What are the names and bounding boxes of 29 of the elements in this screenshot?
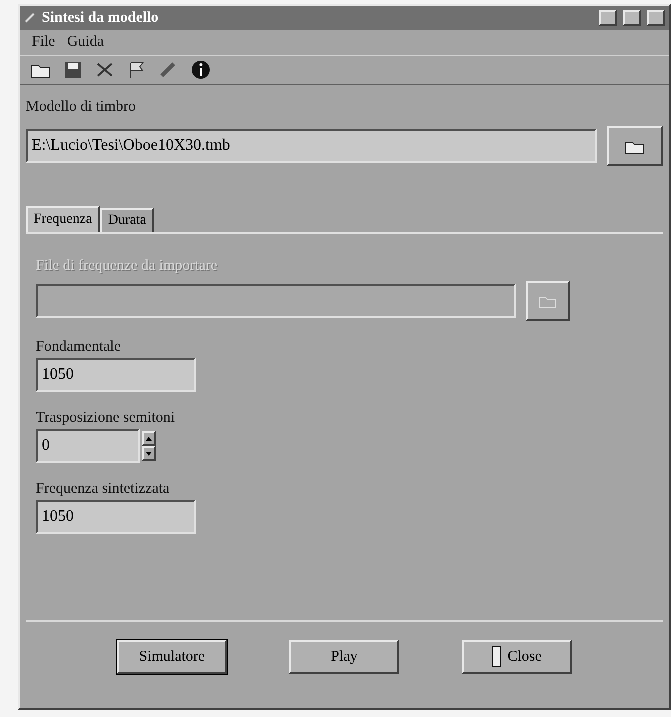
browse-button[interactable]: [526, 281, 570, 321]
tab[interactable]: Frequenza: [26, 206, 100, 232]
action-button[interactable]: Simulatore: [117, 640, 228, 674]
close-button[interactable]: [647, 10, 665, 26]
down-arrow-icon: [146, 452, 152, 456]
tab[interactable]: Durata: [100, 208, 154, 232]
window-title: Sintesi da modello: [42, 10, 160, 26]
browse-button[interactable]: [607, 126, 663, 166]
action-button[interactable]: Close: [462, 640, 572, 674]
field-label: Frequenza sintetizzata: [36, 481, 171, 498]
action-button[interactable]: Play: [289, 640, 400, 674]
file-field[interactable]: [36, 284, 516, 318]
menu-item[interactable]: File: [32, 34, 56, 51]
field-label: Fondamentale: [36, 339, 122, 356]
up-arrow-icon: [146, 436, 152, 440]
number-field[interactable]: 1050: [36, 500, 196, 534]
app-icon: [24, 12, 36, 24]
spin-down-button[interactable]: [142, 446, 156, 461]
number-field[interactable]: 1050: [36, 358, 196, 392]
model-label: Modello di timbro: [26, 99, 137, 116]
minimize-button[interactable]: [599, 10, 617, 26]
spin-up-button[interactable]: [142, 431, 156, 446]
maximize-button[interactable]: [623, 10, 641, 26]
menu-item[interactable]: Guida: [67, 34, 104, 51]
info-icon[interactable]: [190, 60, 212, 80]
door-icon: [492, 646, 502, 668]
model-path-field[interactable]: E:\Lucio\Tesi\Oboe10X30.tmb: [26, 129, 597, 163]
spin-field[interactable]: 0: [36, 429, 140, 463]
field-label: Trasposizione semitoni: [36, 410, 176, 427]
